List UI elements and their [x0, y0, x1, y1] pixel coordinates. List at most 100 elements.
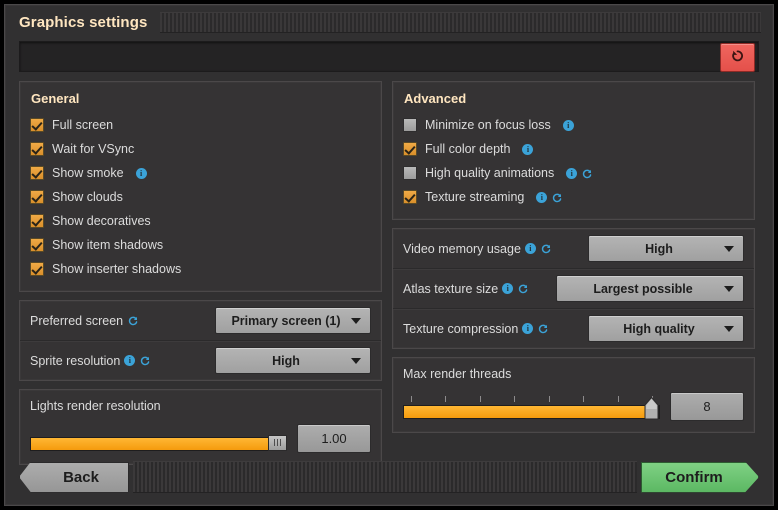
- slider-label: Max render threads: [403, 367, 744, 381]
- dropdown-value: Primary screen (1): [231, 314, 340, 328]
- slider-fill: [31, 438, 278, 450]
- general-checkbox-panel: General Full screen Wait for VSync Show …: [19, 81, 382, 292]
- restart-required-icon[interactable]: [517, 283, 529, 295]
- back-button[interactable]: Back: [19, 462, 129, 493]
- info-icon[interactable]: i: [563, 120, 574, 131]
- info-icon[interactable]: i: [522, 144, 533, 155]
- info-icon[interactable]: i: [522, 323, 533, 334]
- dropdown-video-memory-usage[interactable]: High: [588, 235, 744, 262]
- checkbox-show-inserter-shadows[interactable]: [30, 262, 44, 276]
- slider-tick: [480, 396, 481, 402]
- reset-to-default-button[interactable]: [720, 43, 755, 72]
- dropdown-texture-compression[interactable]: High quality: [588, 315, 744, 342]
- setting-label-group: Sprite resolution i: [30, 354, 151, 368]
- setting-label: Preferred screen: [30, 314, 123, 328]
- checkbox-high-quality-animations[interactable]: [403, 166, 417, 180]
- info-icon[interactable]: i: [566, 168, 577, 179]
- undo-arrow-icon: [730, 48, 745, 68]
- slider-track[interactable]: [403, 405, 660, 419]
- checkbox-row-full-color-depth[interactable]: Full color depth i: [403, 137, 744, 161]
- badge-group: i: [566, 167, 593, 179]
- advanced-column: Advanced Minimize on focus loss i Full c…: [392, 81, 755, 429]
- restart-required-icon[interactable]: [537, 323, 549, 335]
- general-select-panel: Preferred screen Primary screen (1): [19, 300, 382, 381]
- info-icon[interactable]: i: [124, 355, 135, 366]
- dropdown-value: High: [272, 354, 300, 368]
- slider-tick: [514, 396, 515, 402]
- restart-required-icon[interactable]: [127, 315, 139, 327]
- setting-row-atlas-texture-size: Atlas texture size i Lar: [393, 269, 754, 309]
- info-icon[interactable]: i: [525, 243, 536, 254]
- restart-required-icon[interactable]: [581, 167, 593, 179]
- checkbox-full-color-depth[interactable]: [403, 142, 417, 156]
- badge-group: i: [502, 283, 529, 295]
- setting-row-video-memory-usage: Video memory usage i Hig: [393, 229, 754, 269]
- checkbox-row-minimize-on-focus-loss[interactable]: Minimize on focus loss i: [403, 113, 744, 137]
- checkbox-row-show-inserter-shadows[interactable]: Show inserter shadows: [30, 257, 371, 281]
- checkbox-show-item-shadows[interactable]: [30, 238, 44, 252]
- checkbox-wait-for-vsync[interactable]: [30, 142, 44, 156]
- slider-tick: [549, 396, 550, 402]
- info-icon[interactable]: i: [502, 283, 513, 294]
- setting-label: Texture compression: [403, 322, 518, 336]
- setting-label-group: Atlas texture size i: [403, 282, 529, 296]
- slider-value-box[interactable]: 8: [670, 392, 744, 421]
- search-toolbar: [19, 39, 759, 75]
- search-input[interactable]: [20, 42, 758, 71]
- checkbox-row-show-clouds[interactable]: Show clouds: [30, 185, 371, 209]
- checkbox-row-show-item-shadows[interactable]: Show item shadows: [30, 233, 371, 257]
- general-section-title: General: [31, 91, 371, 106]
- footer-bar: Back Confirm: [5, 449, 773, 505]
- chevron-down-icon: [724, 326, 734, 332]
- badge-group: i: [522, 144, 533, 155]
- checkbox-label: Wait for VSync: [52, 142, 134, 156]
- info-icon[interactable]: i: [136, 168, 147, 179]
- badge-group: i: [136, 168, 147, 179]
- checkbox-row-show-smoke[interactable]: Show smoke i: [30, 161, 371, 185]
- checkbox-show-smoke[interactable]: [30, 166, 44, 180]
- setting-row-sprite-resolution: Sprite resolution i High: [20, 341, 381, 380]
- checkbox-row-high-quality-animations[interactable]: High quality animations i: [403, 161, 744, 185]
- dropdown-preferred-screen[interactable]: Primary screen (1): [215, 307, 371, 334]
- slider-tick: [583, 396, 584, 402]
- page-title: Graphics settings: [19, 14, 147, 31]
- setting-label-group: Preferred screen: [30, 314, 139, 328]
- checkbox-row-texture-streaming[interactable]: Texture streaming i: [403, 185, 744, 209]
- max-render-threads-panel: Max render threads: [392, 357, 755, 433]
- slider-handle[interactable]: [644, 397, 659, 420]
- checkbox-label: Show item shadows: [52, 238, 163, 252]
- confirm-button[interactable]: Confirm: [641, 462, 759, 493]
- chevron-down-icon: [351, 318, 361, 324]
- slider-fill: [404, 406, 651, 418]
- setting-label: Sprite resolution: [30, 354, 120, 368]
- slider-max-render-threads[interactable]: [403, 395, 660, 419]
- search-bar[interactable]: [19, 41, 759, 72]
- checkbox-full-screen[interactable]: [30, 118, 44, 132]
- dropdown-atlas-texture-size[interactable]: Largest possible: [556, 275, 744, 302]
- slider-value: 1.00: [321, 431, 346, 446]
- back-button-label: Back: [63, 469, 99, 486]
- graphics-settings-window: Graphics settings General Full scree: [4, 4, 774, 506]
- checkbox-show-clouds[interactable]: [30, 190, 44, 204]
- advanced-section-title: Advanced: [404, 91, 744, 106]
- footer-decorative-stripes: [133, 461, 637, 493]
- restart-required-icon[interactable]: [139, 355, 151, 367]
- slider-label: Lights render resolution: [30, 399, 371, 413]
- checkbox-minimize-on-focus-loss[interactable]: [403, 118, 417, 132]
- title-bar: Graphics settings: [5, 5, 773, 39]
- checkbox-row-wait-for-vsync[interactable]: Wait for VSync: [30, 137, 371, 161]
- confirm-button-label: Confirm: [665, 469, 723, 486]
- slider-tick-marks: [403, 396, 660, 403]
- dropdown-sprite-resolution[interactable]: High: [215, 347, 371, 374]
- info-icon[interactable]: i: [536, 192, 547, 203]
- checkbox-texture-streaming[interactable]: [403, 190, 417, 204]
- restart-required-icon[interactable]: [540, 243, 552, 255]
- general-column: General Full screen Wait for VSync Show …: [19, 81, 382, 429]
- restart-required-icon[interactable]: [551, 191, 563, 203]
- checkbox-row-full-screen[interactable]: Full screen: [30, 113, 371, 137]
- slider-lights-render-resolution[interactable]: [30, 427, 287, 451]
- checkbox-show-decoratives[interactable]: [30, 214, 44, 228]
- chevron-down-icon: [351, 358, 361, 364]
- checkbox-row-show-decoratives[interactable]: Show decoratives: [30, 209, 371, 233]
- checkbox-label: Show smoke: [52, 166, 124, 180]
